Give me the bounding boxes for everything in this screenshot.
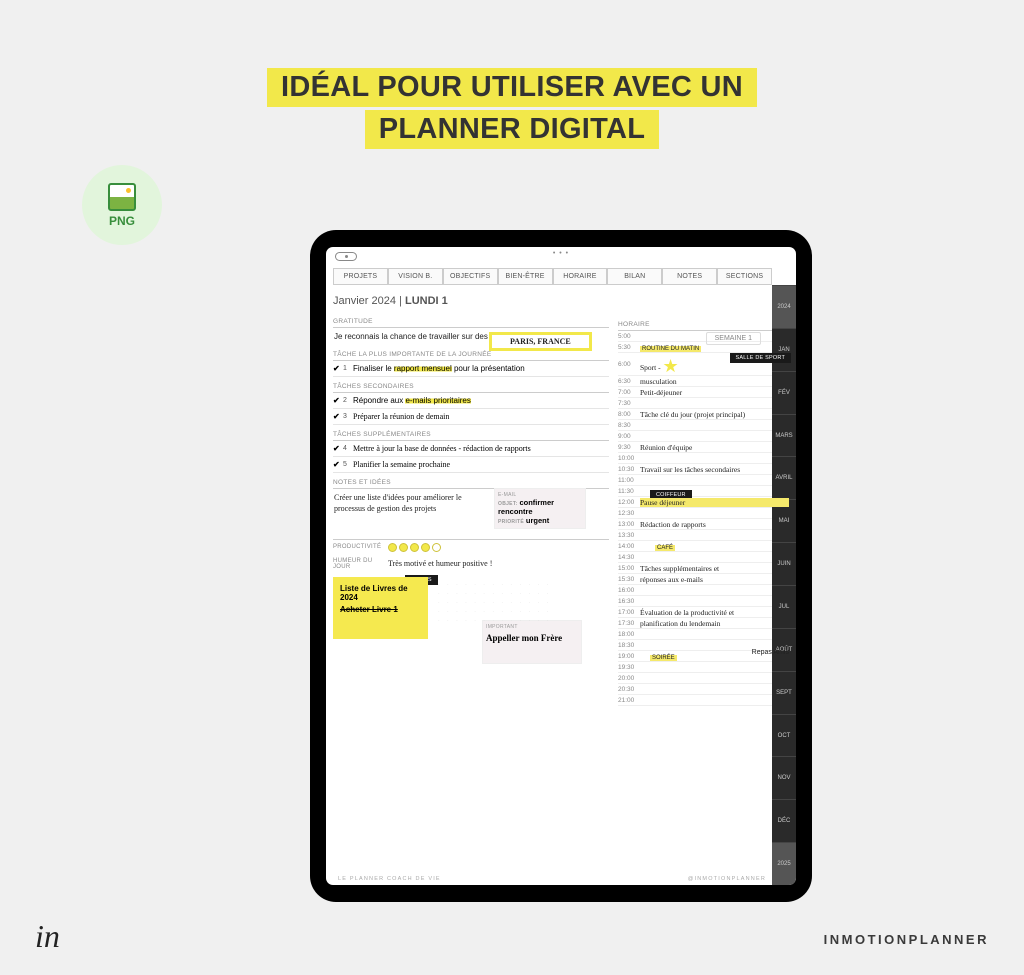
side-tab[interactable]: 2025 [772, 842, 796, 885]
task-row: ✔4Mettre à jour la base de données - réd… [333, 441, 609, 457]
schedule-row: 6:00Sport - ★SALLE DE SPORT [618, 353, 789, 376]
tablet-frame: • • • PROJETSVISION B.OBJECTIFSBIEN-ÊTRE… [310, 230, 812, 902]
sect-secondary: TÂCHES SECONDAIRES [333, 377, 609, 393]
schedule-row: 5:30ROUTINE DU MATIN [618, 342, 789, 353]
schedule-row: 9:30Réunion d'équipe [618, 442, 789, 453]
schedule-row: 7:30 [618, 398, 789, 409]
schedule-row: 10:30Travail sur les tâches secondaires [618, 464, 789, 475]
headline-line1: IDÉAL POUR UTILISER AVEC UN [267, 68, 757, 107]
notes-text: Créer une liste d'idées pour améliorer l… [333, 489, 473, 517]
schedule-row: 9:00 [618, 431, 789, 442]
schedule-row: 20:00 [618, 673, 789, 684]
check-icon[interactable]: ✔ [333, 396, 343, 405]
schedule-row: 11:30COIFFEUR [618, 486, 789, 497]
schedule-row: 7:00Petit-déjeuner [618, 387, 789, 398]
tab[interactable]: NOTES [662, 268, 717, 285]
schedule-row: 15:00Tâches supplémentaires et [618, 563, 789, 574]
schedule-row: 15:30réponses aux e-mails [618, 574, 789, 585]
side-tab[interactable]: OCT [772, 714, 796, 757]
schedule-row: 20:30 [618, 684, 789, 695]
month-sidebar: 2024JANFÉVMARSAVRILMAIJUINJULAOÛTSEPTOCT… [772, 285, 796, 885]
tablet-screen: • • • PROJETSVISION B.OBJECTIFSBIEN-ÊTRE… [326, 247, 796, 885]
headline: IDÉAL POUR UTILISER AVEC UN PLANNER DIGI… [0, 0, 1024, 152]
tab[interactable]: BIEN-ÊTRE [498, 268, 553, 285]
schedule-row: 8:00Tâche clé du jour (projet principal) [618, 409, 789, 420]
right-column: SEMAINE 1 HORAIRE 5:005:30ROUTINE DU MAT… [615, 285, 789, 885]
headline-line2: PLANNER DIGITAL [365, 110, 660, 149]
tab[interactable]: PROJETS [333, 268, 388, 285]
schedule-row: 12:00Pause déjeuner [618, 497, 789, 508]
schedule-row: 17:30planification du lendemain [618, 618, 789, 629]
schedule-row: 11:00 [618, 475, 789, 486]
schedule-row: 13:00Rédaction de rapports [618, 519, 789, 530]
image-file-icon [108, 183, 136, 211]
planner-page: 2024JANFÉVMARSAVRILMAIJUINJULAOÛTSEPTOCT… [326, 285, 796, 885]
task-row: ✔1Finaliser le rapport mensuel pour la p… [333, 361, 609, 377]
schedule-row: 16:00 [618, 585, 789, 596]
check-icon[interactable]: ✔ [333, 364, 343, 373]
tab[interactable]: HORAIRE [553, 268, 608, 285]
schedule-row: 8:30 [618, 420, 789, 431]
tab[interactable]: SECTIONS [717, 268, 772, 285]
schedule-row: 6:30musculation [618, 376, 789, 387]
tab[interactable]: OBJECTIFS [443, 268, 498, 285]
side-tab[interactable]: AVRIL [772, 456, 796, 499]
dot-grid: · · · · · · · · · · · · ·· · · · · · · ·… [438, 581, 551, 626]
brand-text: INMOTIONPLANNER [824, 932, 989, 947]
brand-logo: in [35, 918, 60, 955]
side-tab[interactable]: SEPT [772, 671, 796, 714]
page-date: Janvier 2024 | LUNDI 1 [333, 285, 609, 312]
check-icon[interactable]: ✔ [333, 412, 343, 421]
schedule-row: 17:00Évaluation de la productivité et [618, 607, 789, 618]
page-footer: LE PLANNER COACH DE VIE@INMOTIONPLANNER [338, 876, 766, 882]
schedule: 5:005:30ROUTINE DU MATIN6:00Sport - ★SAL… [618, 331, 789, 706]
sect-supplementary: TÂCHES SUPPLÉMENTAIRES [333, 425, 609, 441]
schedule-row: 13:30 [618, 530, 789, 541]
toolbar-icon[interactable] [335, 252, 357, 261]
schedule-row: 21:00 [618, 695, 789, 706]
png-label: PNG [109, 214, 135, 228]
schedule-row: 5:00 [618, 331, 789, 342]
schedule-row: 14:00CAFÉ [618, 541, 789, 552]
tab[interactable]: BILAN [607, 268, 662, 285]
schedule-row: 19:30 [618, 662, 789, 673]
mood-row: HUMEUR DU JOURTrès motivé et humeur posi… [333, 555, 609, 573]
top-tabs: PROJETSVISION B.OBJECTIFSBIEN-ÊTREHORAIR… [333, 268, 772, 285]
sect-notes: NOTES ET IDÉES [333, 473, 609, 489]
schedule-row: 16:30 [618, 596, 789, 607]
sect-gratitude: GRATITUDE [333, 312, 609, 328]
schedule-row: 19:00SOIRÉERepas Amis [618, 651, 789, 662]
schedule-row: 18:00 [618, 629, 789, 640]
location-box: PARIS, FRANCE [489, 332, 592, 351]
schedule-row: 10:00 [618, 453, 789, 464]
email-card: E-MAIL OBJET: confirmer rencontre PRIORI… [494, 488, 586, 529]
check-icon[interactable]: ✔ [333, 444, 343, 453]
productivity-rating: PRODUCTIVITÉ [333, 540, 609, 555]
left-column: Janvier 2024 | LUNDI 1 PARIS, FRANCE GRA… [333, 285, 615, 885]
schedule-row: 12:30 [618, 508, 789, 519]
side-tab[interactable]: DÉC [772, 799, 796, 842]
side-tab[interactable]: NOV [772, 756, 796, 799]
sticky-note: Liste de Livres de 2024 Acheter Livre 1 [333, 577, 428, 639]
side-tab[interactable]: 2024 [772, 285, 796, 328]
schedule-row: 14:30 [618, 552, 789, 563]
task-row: ✔5Planifier la semaine prochaine [333, 457, 609, 473]
drag-handle-icon[interactable]: • • • [326, 247, 796, 257]
sect-horaire: HORAIRE [618, 315, 789, 331]
check-icon[interactable]: ✔ [333, 460, 343, 469]
task-row: ✔2Répondre aux e-mails prioritaires [333, 393, 609, 409]
tab[interactable]: VISION B. [388, 268, 443, 285]
task-row: ✔3Préparer la réunion de demain [333, 409, 609, 425]
png-badge: PNG [82, 165, 162, 245]
